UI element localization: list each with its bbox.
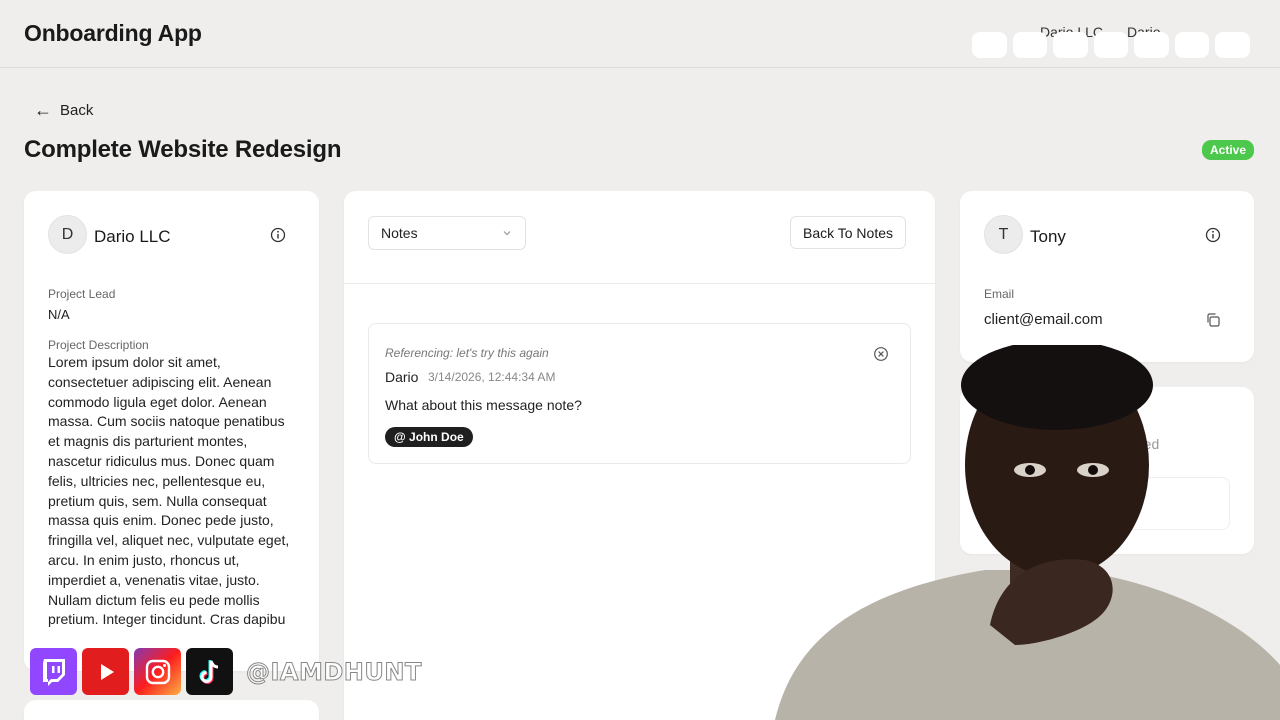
client-card: D Dario LLC Project Lead N/A Project Des… [24, 191, 319, 671]
webcam-person-image [775, 345, 1280, 720]
notes-select-value: Notes [381, 225, 418, 241]
copy-icon[interactable] [1205, 312, 1221, 328]
client-card-secondary [24, 700, 319, 720]
status-badge: Active [1202, 140, 1255, 160]
redaction-overlay [972, 32, 1251, 58]
twitch-icon [30, 648, 77, 695]
client-name: Dario LLC [94, 227, 171, 246]
instagram-icon [134, 648, 181, 695]
notes-select[interactable]: Notes [368, 216, 526, 250]
app-title: Onboarding App [24, 20, 202, 46]
email-label: Email [984, 287, 1015, 301]
project-lead-label: Project Lead [48, 287, 116, 301]
contact-name: Tony [1030, 227, 1066, 246]
note-message: What about this message note? [385, 397, 582, 413]
divider [344, 283, 935, 284]
avatar: D [48, 215, 87, 254]
project-description-label: Project Description [48, 338, 149, 352]
project-lead-value: N/A [48, 307, 70, 322]
tiktok-icon [186, 648, 233, 695]
social-overlay: @IAMDHUNT [30, 648, 422, 695]
email-value: client@email.com [984, 311, 1103, 328]
contact-card: T Tony Email client@email.com [960, 191, 1254, 362]
back-label: Back [60, 102, 94, 119]
page-title: Complete Website Redesign [24, 136, 342, 163]
info-icon[interactable] [1205, 227, 1221, 243]
youtube-icon [82, 648, 129, 695]
back-link[interactable]: ← Back [34, 100, 93, 121]
chevron-down-icon [503, 231, 511, 236]
note-author: Dario [385, 369, 419, 385]
note-timestamp: 3/14/2026, 12:44:34 AM [428, 370, 556, 384]
info-icon[interactable] [270, 227, 286, 243]
social-handle: @IAMDHUNT [246, 657, 422, 686]
avatar: T [984, 215, 1023, 254]
arrow-left-icon: ← [34, 100, 52, 120]
back-to-notes-button[interactable]: Back To Notes [790, 216, 907, 249]
top-bar: Onboarding App Dario LLC Dario [0, 0, 1280, 68]
mention-tag[interactable]: @ John Doe [385, 427, 473, 447]
note-reference: Referencing: let's try this again [385, 346, 549, 360]
project-description: Lorem ipsum dolor sit amet, consectetuer… [48, 354, 290, 628]
